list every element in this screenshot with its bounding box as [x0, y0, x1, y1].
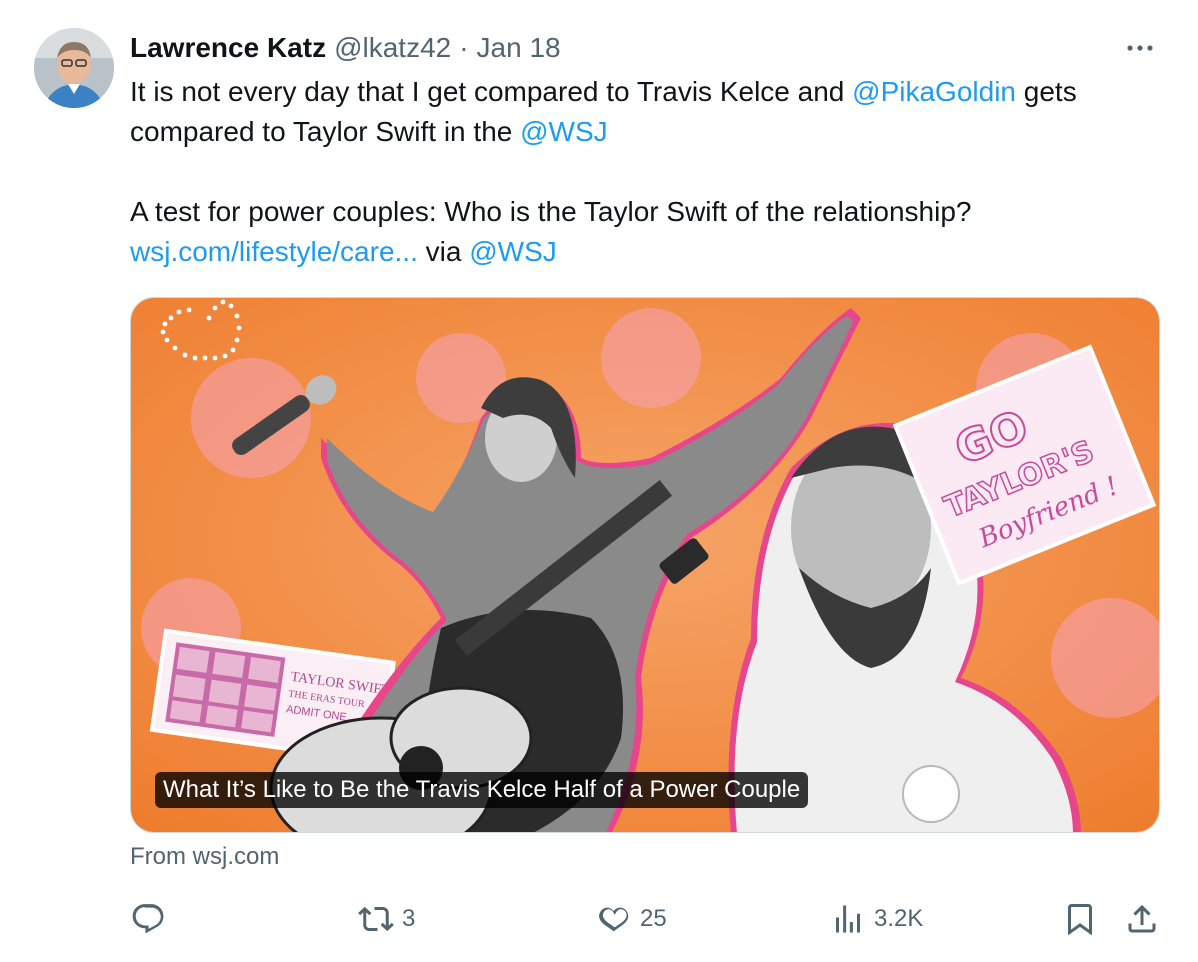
- views-count: 3.2K: [874, 905, 924, 932]
- share-button[interactable]: [1124, 895, 1160, 943]
- views-button[interactable]: 3.2K: [830, 895, 923, 943]
- card-image[interactable]: TAYLOR SWIFT THE ERAS TOUR ADMIT ONE GO …: [131, 298, 1160, 833]
- article-link[interactable]: wsj.com/lifestyle/care...: [130, 236, 418, 267]
- action-bar: 3 25 3.2K: [130, 895, 1160, 943]
- heart-icon: [596, 901, 632, 937]
- tweet-text-span: It is not every day that I get compared …: [130, 76, 853, 107]
- user-handle[interactable]: @lkatz42: [334, 32, 451, 64]
- tweet-text-span: via: [417, 236, 470, 267]
- tweet-line-1: It is not every day that I get compared …: [130, 72, 1170, 112]
- avatar[interactable]: [34, 28, 114, 108]
- retweet-icon: [358, 901, 394, 937]
- display-name[interactable]: Lawrence Katz: [130, 32, 326, 64]
- reply-button[interactable]: [130, 895, 174, 943]
- reply-icon: [130, 901, 166, 937]
- tweet-line-4: wsj.com/lifestyle/care... via @WSJ: [130, 232, 1170, 272]
- tweet-date[interactable]: Jan 18: [477, 32, 561, 64]
- mention-wsj-via[interactable]: @WSJ: [469, 236, 557, 267]
- views-icon: [830, 901, 866, 937]
- mention-wsj[interactable]: @WSJ: [520, 116, 608, 147]
- tweet-line-2: compared to Taylor Swift in the @WSJ: [130, 112, 1170, 152]
- tweet-header: Lawrence Katz @lkatz42 · Jan 18: [130, 30, 561, 66]
- card-source[interactable]: From wsj.com: [130, 843, 279, 871]
- card-headline[interactable]: What It’s Like to Be the Travis Kelce Ha…: [155, 772, 809, 808]
- retweet-count: 3: [402, 905, 416, 932]
- share-icon: [1124, 901, 1160, 937]
- more-options-icon[interactable]: [1122, 34, 1158, 62]
- tweet-text-span: compared to Taylor Swift in the: [130, 116, 521, 147]
- tweet-text-span: gets: [1016, 76, 1077, 107]
- tweet-line-3: A test for power couples: Who is the Tay…: [130, 196, 972, 227]
- like-button[interactable]: 25: [596, 895, 667, 943]
- tweet[interactable]: Lawrence Katz @lkatz42 · Jan 18 It is no…: [0, 0, 1198, 962]
- separator-dot: ·: [459, 32, 469, 63]
- bookmark-button[interactable]: [1062, 895, 1098, 943]
- like-count: 25: [640, 905, 667, 932]
- retweet-button[interactable]: 3: [358, 895, 415, 943]
- link-card[interactable]: TAYLOR SWIFT THE ERAS TOUR ADMIT ONE GO …: [130, 297, 1160, 833]
- tweet-text: It is not every day that I get compared …: [130, 72, 1170, 272]
- bookmark-icon: [1062, 901, 1098, 937]
- mention-pikagoldin[interactable]: @PikaGoldin: [852, 76, 1016, 107]
